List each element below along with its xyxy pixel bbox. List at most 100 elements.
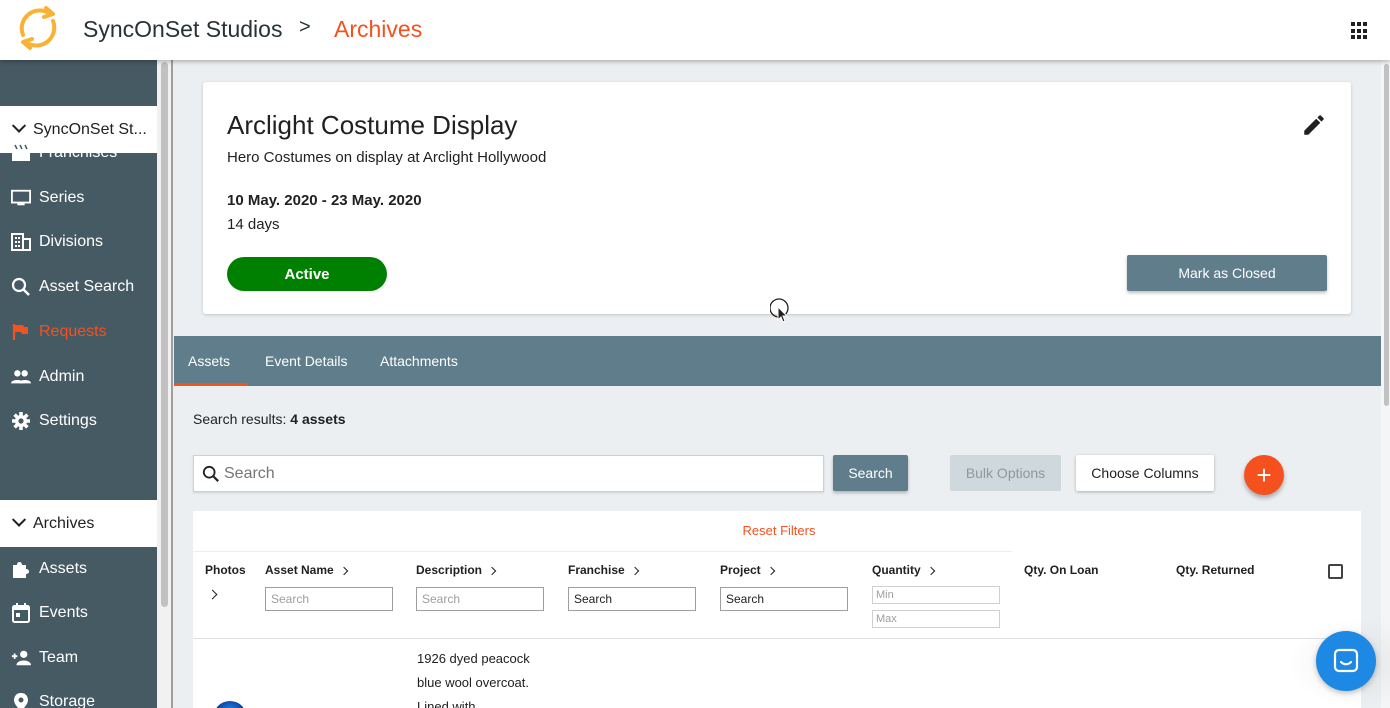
sort-chevron-icon	[766, 566, 775, 576]
puzzle-icon	[11, 559, 31, 579]
sidebar-item-label: Series	[39, 189, 85, 206]
column-header-label: Franchise	[568, 563, 625, 577]
people-icon	[11, 367, 31, 387]
sidebar-item-admin[interactable]: Admin	[0, 357, 157, 397]
chat-bubble-icon	[1333, 648, 1359, 673]
asset-name-filter-input[interactable]	[265, 587, 393, 611]
column-header-label: Qty. Returned	[1176, 563, 1255, 577]
sidebar-item-label: Storage	[39, 693, 96, 708]
calendar-icon	[11, 603, 31, 623]
sidebar-item-label: Requests	[39, 323, 107, 340]
sidebar-item-storage[interactable]: Storage	[0, 682, 157, 708]
active-tab-indicator	[174, 383, 248, 386]
column-header-label: Project	[720, 563, 761, 577]
search-button[interactable]: Search	[833, 455, 908, 491]
building-icon	[11, 232, 31, 252]
sidebar-item-label: Divisions	[39, 233, 104, 250]
asset-search-input[interactable]	[224, 456, 814, 491]
column-header-label: Description	[416, 563, 483, 577]
column-header-asset-name[interactable]: Asset Name	[265, 563, 348, 577]
expand-row-chevron-icon[interactable]	[207, 589, 218, 600]
main-scrollbar-thumb[interactable]	[1384, 64, 1389, 406]
description-line: Lined with	[417, 699, 476, 708]
edit-pencil-icon[interactable]	[1301, 112, 1327, 138]
sidebar-item-divisions[interactable]: Divisions	[0, 222, 157, 262]
quantity-min-input[interactable]	[872, 586, 1000, 604]
bulk-options-button[interactable]: Bulk Options	[950, 455, 1061, 491]
search-icon	[202, 465, 219, 482]
chevron-down-icon	[11, 512, 27, 527]
sidebar-item-label: Franchises	[39, 144, 118, 161]
column-header-label: Quantity	[872, 563, 921, 577]
sidebar-item-team[interactable]: Team	[0, 638, 157, 678]
description-filter-input[interactable]	[416, 587, 544, 611]
chat-launcher-button[interactable]	[1316, 631, 1376, 691]
asset-photo-thumbnail[interactable]	[213, 701, 247, 708]
pin-icon	[11, 692, 31, 708]
breadcrumb-separator-icon: >	[299, 16, 311, 38]
project-filter-input[interactable]	[720, 587, 848, 611]
search-icon	[11, 277, 31, 297]
event-duration: 14 days	[227, 216, 280, 233]
breadcrumb-current: Archives	[334, 16, 423, 42]
sync-logo-icon[interactable]	[13, 5, 63, 51]
monitor-icon	[11, 188, 31, 208]
column-header-description[interactable]: Description	[416, 563, 497, 577]
asset-search-box	[193, 455, 824, 492]
description-line: 1926 dyed peacock	[417, 651, 530, 666]
sidebar-item-requests[interactable]: Requests	[0, 312, 157, 352]
sort-chevron-icon	[339, 566, 348, 576]
apps-grid-icon[interactable]	[1351, 22, 1369, 40]
mark-as-closed-button[interactable]: Mark as Closed	[1127, 255, 1327, 291]
column-header-quantity[interactable]: Quantity	[872, 563, 935, 577]
add-person-icon	[11, 648, 31, 668]
event-date-range: 10 May. 2020 - 23 May. 2020	[227, 192, 422, 209]
breadcrumb-brand[interactable]: SyncOnSet Studios	[83, 16, 282, 43]
sidebar-item-asset-search[interactable]: Asset Search	[0, 267, 157, 307]
choose-columns-button[interactable]: Choose Columns	[1076, 455, 1214, 491]
sidebar-item-label: Assets	[39, 560, 88, 577]
sort-chevron-icon	[487, 566, 497, 576]
sidebar-item-label: Team	[39, 649, 79, 666]
event-tabs: Assets Event Details Attachments	[174, 336, 1381, 386]
table-cell-description: 1926 dyed peacock blue wool overcoat. Li…	[417, 647, 547, 708]
tab-assets[interactable]: Assets	[188, 336, 230, 386]
column-header-qty-on-loan: Qty. On Loan	[1024, 563, 1098, 577]
event-title: Arclight Costume Display	[227, 110, 518, 140]
franchise-filter-input[interactable]	[568, 587, 696, 611]
column-header-qty-returned: Qty. Returned	[1176, 563, 1254, 577]
reset-filters-link[interactable]: Reset Filters	[193, 523, 1365, 538]
search-results-summary: Search results: 4 assets	[193, 411, 346, 427]
column-header-franchise[interactable]: Franchise	[568, 563, 639, 577]
sidebar-item-settings[interactable]: Settings	[0, 401, 157, 441]
select-all-checkbox[interactable]	[1328, 564, 1343, 579]
sidebar-item-assets[interactable]: Assets	[0, 549, 157, 589]
tab-attachments[interactable]: Attachments	[380, 336, 458, 386]
event-subtitle: Hero Costumes on display at Arclight Hol…	[227, 149, 547, 166]
sidebar-group-archives[interactable]: Archives	[0, 500, 157, 547]
column-header-label: Asset Name	[265, 563, 334, 577]
sidebar-item-label: Asset Search	[39, 278, 135, 295]
sidebar-item-label: Admin	[39, 368, 85, 385]
sidebar-item-label: Events	[39, 604, 88, 621]
sidebar-item-series[interactable]: Series	[0, 178, 157, 218]
row-divider	[193, 638, 1361, 639]
sidebar-item-franchises[interactable]: Franchises	[0, 133, 157, 173]
sort-chevron-icon	[926, 566, 935, 576]
sidebar-group-label: Archives	[33, 514, 95, 532]
gear-icon	[11, 411, 31, 431]
sidebar-scrollbar-thumb[interactable]	[161, 62, 168, 607]
quantity-max-input[interactable]	[872, 610, 1000, 628]
flag-icon	[11, 322, 31, 342]
tab-event-details[interactable]: Event Details	[265, 336, 347, 386]
column-header-project[interactable]: Project	[720, 563, 775, 577]
chevron-down-icon	[11, 118, 27, 133]
mouse-cursor-icon	[770, 298, 789, 323]
sidebar: SyncOnSet St... Franchises Series Divisi…	[0, 60, 157, 708]
results-prefix: Search results:	[193, 411, 291, 427]
add-asset-button[interactable]: +	[1244, 455, 1284, 495]
sidebar-item-events[interactable]: Events	[0, 593, 157, 633]
column-header-photos: Photos	[205, 563, 246, 577]
results-count: 4 assets	[290, 411, 346, 427]
header-divider	[193, 551, 1012, 552]
